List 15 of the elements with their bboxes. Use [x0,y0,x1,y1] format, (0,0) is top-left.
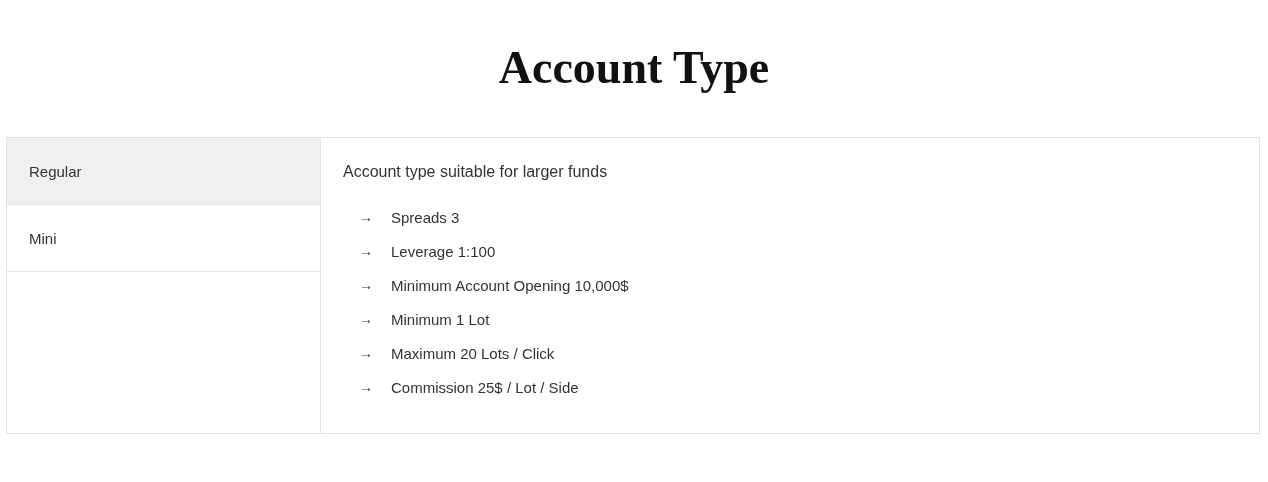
arrow-icon: → [343,277,391,293]
feature-text: Maximum 20 Lots / Click [391,344,555,362]
arrow-icon: → [343,345,391,361]
feature-text: Minimum Account Opening 10,000$ [391,276,629,294]
feature-text: Leverage 1:100 [391,242,496,260]
arrow-icon: → [343,379,391,395]
panel-heading: Account type suitable for larger funds [343,162,609,182]
feature-text: Commission 25$ / Lot / Side [391,378,579,396]
page-title: Account Type [497,41,771,95]
arrow-icon: → [343,311,391,327]
arrow-icon: → [343,209,391,225]
feature-text: Spreads 3 [391,208,460,226]
arrow-icon: → [343,243,391,259]
feature-text: Minimum 1 Lot [391,310,490,328]
account-tab[interactable]: Regular [7,138,320,205]
